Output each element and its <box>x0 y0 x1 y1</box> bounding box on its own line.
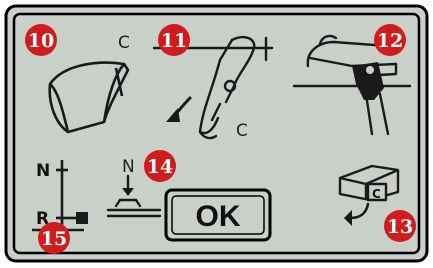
presser-knob-icon <box>364 64 376 76</box>
c-label-box: C <box>372 187 381 201</box>
lcd-screen: C C N R N OK C 10 11 12 13 14 15 <box>4 4 429 263</box>
c-label-hook: C <box>236 121 248 141</box>
n-label-dial: N <box>36 161 50 181</box>
svg-text:11: 11 <box>161 30 187 52</box>
ok-button-label: OK <box>196 200 241 233</box>
svg-text:13: 13 <box>387 216 413 238</box>
badge-15: 15 <box>38 222 70 254</box>
badge-10: 10 <box>25 24 57 56</box>
badge-11: 11 <box>158 24 190 56</box>
svg-text:15: 15 <box>41 228 67 250</box>
svg-text:14: 14 <box>147 156 173 178</box>
badge-12: 12 <box>374 24 406 56</box>
ok-button[interactable]: OK <box>164 188 272 242</box>
badge-13: 13 <box>384 210 416 242</box>
dial-marker-icon <box>76 212 88 224</box>
badge-14: 14 <box>144 150 176 182</box>
n-label-presser: N <box>122 157 135 177</box>
c-label-top: C <box>118 33 130 53</box>
svg-text:12: 12 <box>377 30 403 52</box>
svg-text:10: 10 <box>28 30 54 52</box>
